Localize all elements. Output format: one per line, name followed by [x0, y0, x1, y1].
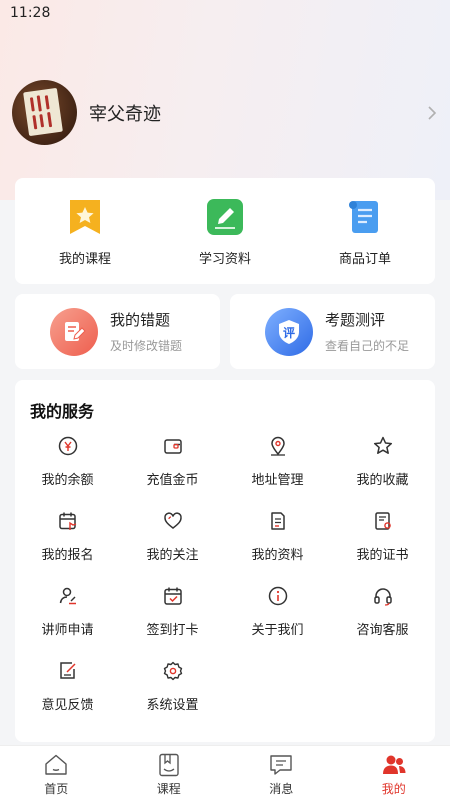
- location-pin-icon: [270, 436, 285, 456]
- service-label: 我的余额: [41, 473, 94, 488]
- service-support[interactable]: 咨询客服: [330, 580, 435, 655]
- nickname: 宰父奇迹: [89, 103, 161, 125]
- service-settings[interactable]: 系统设置: [120, 655, 225, 730]
- tab-mine[interactable]: 我的: [338, 746, 450, 800]
- service-label: 我的收藏: [356, 473, 409, 488]
- study-materials-label: 学习资料: [198, 252, 251, 267]
- document-icon: [270, 512, 285, 530]
- service-label: 充值金币: [146, 473, 199, 488]
- chevron-right-icon: [428, 105, 437, 120]
- service-label: 我的报名: [41, 548, 94, 563]
- course-icon: [159, 753, 179, 777]
- service-label: 意见反馈: [41, 698, 94, 713]
- service-favorites[interactable]: 我的收藏: [330, 430, 435, 505]
- services-card: 我的服务 我的余额 充值金币 地址管理 我的收藏 我的报名 我的关注 我的资料: [15, 380, 435, 742]
- yen-coin-icon: [58, 436, 77, 456]
- headset-icon: [373, 588, 392, 606]
- service-label: 咨询客服: [356, 623, 409, 638]
- status-bar: 11:28: [0, 0, 450, 26]
- exam-eval-card[interactable]: 评 考题测评 查看自己的不足: [230, 294, 435, 369]
- service-about[interactable]: 关于我们: [225, 580, 330, 655]
- eval-badge-text: 评: [283, 326, 295, 340]
- calendar-touch-icon: [58, 512, 76, 530]
- service-feedback[interactable]: 意见反馈: [15, 655, 120, 730]
- pencil-note-icon: [207, 199, 243, 235]
- bookmark-star-icon: [70, 200, 100, 234]
- certificate-icon: [374, 512, 391, 530]
- avatar[interactable]: [12, 80, 77, 145]
- service-lecturer-apply[interactable]: 讲师申请: [15, 580, 120, 655]
- edit-note-icon: [50, 307, 98, 356]
- star-icon: [373, 436, 392, 454]
- my-courses-entry[interactable]: 我的课程: [15, 178, 155, 284]
- message-icon: [270, 755, 292, 775]
- status-time: 11:28: [10, 5, 51, 21]
- tab-label: 消息: [269, 782, 294, 796]
- home-icon: [45, 754, 67, 775]
- orders-entry[interactable]: 商品订单: [295, 178, 435, 284]
- service-address[interactable]: 地址管理: [225, 430, 330, 505]
- my-courses-label: 我的课程: [58, 252, 111, 267]
- tab-course[interactable]: 课程: [113, 746, 226, 800]
- wallet-icon: [163, 439, 182, 454]
- wrong-questions-card[interactable]: 我的错题 及时修改错题: [15, 294, 220, 369]
- services-title: 我的服务: [30, 402, 95, 421]
- service-label: 我的资料: [251, 548, 304, 563]
- service-registration[interactable]: 我的报名: [15, 505, 120, 580]
- service-label: 我的关注: [146, 548, 199, 563]
- tab-label: 课程: [156, 782, 181, 796]
- service-documents[interactable]: 我的资料: [225, 505, 330, 580]
- tab-label: 我的: [381, 782, 406, 796]
- service-label: 讲师申请: [41, 623, 94, 638]
- user-edit-icon: [59, 587, 76, 605]
- tab-label: 首页: [44, 782, 69, 796]
- service-label: 系统设置: [146, 698, 199, 713]
- feedback-icon: [59, 662, 76, 679]
- shield-eval-icon: 评: [265, 307, 313, 356]
- service-following[interactable]: 我的关注: [120, 505, 225, 580]
- profile-row[interactable]: 宰父奇迹: [12, 80, 438, 145]
- wrong-questions-title: 我的错题: [110, 311, 171, 329]
- study-materials-entry[interactable]: 学习资料: [155, 178, 295, 284]
- orders-label: 商品订单: [338, 252, 391, 267]
- service-label: 关于我们: [251, 623, 304, 638]
- scroll-list-icon: [349, 201, 378, 233]
- service-label: 我的证书: [356, 548, 409, 563]
- service-label: 签到打卡: [146, 623, 199, 638]
- profile-icon: [382, 755, 406, 774]
- calendar-check-icon: [163, 587, 182, 605]
- services-grid: 我的余额 充值金币 地址管理 我的收藏 我的报名 我的关注 我的资料 我的证书 …: [15, 430, 435, 730]
- service-checkin[interactable]: 签到打卡: [120, 580, 225, 655]
- heart-icon: [163, 512, 182, 529]
- exam-eval-title: 考题测评: [325, 311, 386, 329]
- service-recharge[interactable]: 充值金币: [120, 430, 225, 505]
- service-balance[interactable]: 我的余额: [15, 430, 120, 505]
- wrong-questions-subtitle: 及时修改错题: [110, 339, 183, 353]
- tab-home[interactable]: 首页: [0, 746, 113, 800]
- service-certificates[interactable]: 我的证书: [330, 505, 435, 580]
- main-entries-card: 我的课程 学习资料 商品订单: [15, 178, 435, 284]
- info-icon: [268, 586, 287, 606]
- bottom-tab-bar: 首页 课程 消息 我的: [0, 745, 450, 800]
- exam-eval-subtitle: 查看自己的不足: [325, 339, 410, 353]
- tab-messages[interactable]: 消息: [225, 746, 338, 800]
- gear-icon: [163, 661, 182, 681]
- service-label: 地址管理: [251, 473, 304, 488]
